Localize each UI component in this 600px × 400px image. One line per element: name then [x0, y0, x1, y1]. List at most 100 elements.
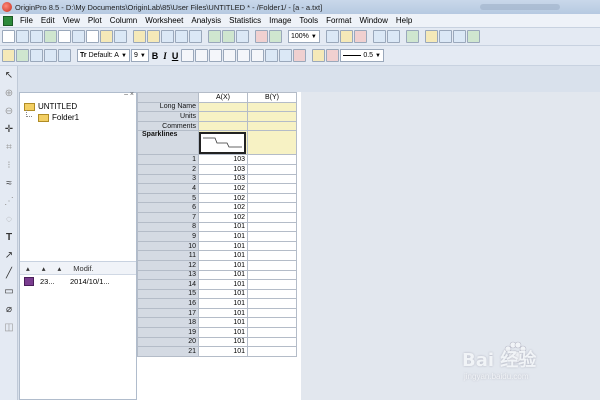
new-graph-icon[interactable] — [44, 30, 57, 43]
cell-a[interactable]: 101 — [198, 298, 248, 309]
tree-folder[interactable]: Folder1 — [24, 112, 79, 123]
new-function-icon[interactable] — [72, 30, 85, 43]
results-log-icon[interactable] — [405, 30, 419, 43]
menu-window[interactable]: Window — [355, 16, 391, 25]
data-reader-icon[interactable]: ⁝ — [3, 160, 15, 171]
cell-b[interactable] — [247, 307, 297, 319]
menu-edit[interactable]: Edit — [37, 16, 59, 25]
row-number[interactable]: 2 — [137, 163, 199, 175]
text-tool-icon[interactable]: T — [3, 232, 15, 243]
row-number[interactable]: 12 — [137, 259, 199, 271]
arrow-tool-icon[interactable]: ↗ — [3, 250, 15, 261]
cell-a[interactable]: 101 — [198, 269, 248, 281]
cell-b[interactable] — [247, 279, 297, 290]
sparkline-a[interactable] — [198, 130, 248, 156]
cell-a[interactable]: 102 — [198, 192, 248, 204]
long-name-b[interactable] — [247, 101, 297, 113]
cell-a[interactable]: 101 — [198, 307, 248, 319]
cell-a[interactable]: 103 — [198, 154, 248, 165]
comments-a[interactable] — [198, 120, 248, 132]
row-number[interactable]: 18 — [137, 317, 199, 329]
cell-b[interactable] — [247, 173, 297, 185]
cell-b[interactable] — [247, 269, 297, 281]
sparkline-chart[interactable] — [199, 131, 246, 154]
row-number[interactable]: 6 — [137, 202, 199, 213]
new-matrix-icon[interactable] — [58, 30, 71, 43]
col-header-b[interactable]: B(Y) — [247, 92, 297, 103]
row-number[interactable]: 9 — [137, 231, 199, 242]
row-number[interactable]: 1 — [137, 154, 199, 165]
cell-a[interactable]: 103 — [198, 173, 248, 185]
cell-a[interactable]: 101 — [198, 231, 248, 242]
underline-button[interactable]: U — [170, 51, 181, 61]
row-number[interactable]: 10 — [137, 240, 199, 252]
row-number[interactable]: 17 — [137, 307, 199, 319]
cell-a[interactable]: 101 — [198, 288, 248, 300]
line-width-combo[interactable]: 0.5 ▼ — [340, 49, 384, 62]
row-number[interactable]: 3 — [137, 173, 199, 185]
plot-wizard-icon[interactable] — [16, 49, 29, 62]
worksheet-doc-icon[interactable] — [3, 15, 13, 26]
reader-icon[interactable] — [58, 49, 71, 62]
cell-a[interactable]: 101 — [198, 317, 248, 329]
units-a[interactable] — [198, 111, 248, 122]
supersub-icon[interactable] — [209, 49, 223, 62]
batch-plot-icon[interactable] — [269, 30, 282, 43]
menu-format[interactable]: Format — [322, 16, 355, 25]
menu-statistics[interactable]: Statistics — [225, 16, 265, 25]
menu-analysis[interactable]: Analysis — [187, 16, 225, 25]
cell-a[interactable]: 101 — [198, 250, 248, 261]
selector-icon[interactable]: ≈ — [3, 178, 15, 189]
cell-a[interactable]: 101 — [198, 259, 248, 271]
cell-a[interactable]: 101 — [198, 327, 248, 338]
row-number[interactable]: 13 — [137, 269, 199, 281]
subscript-icon[interactable] — [195, 49, 209, 62]
cell-a[interactable]: 101 — [198, 346, 248, 357]
corner-cell[interactable] — [137, 92, 199, 103]
rectangle-tool-icon[interactable]: ▭ — [3, 286, 15, 297]
cell-b[interactable] — [247, 336, 297, 348]
copy-page-icon[interactable] — [339, 30, 353, 43]
cell-a[interactable]: 102 — [198, 183, 248, 194]
row-number[interactable]: 11 — [137, 250, 199, 261]
pattern-icon[interactable] — [279, 49, 293, 62]
duplicate-icon[interactable] — [372, 30, 386, 43]
cell-b[interactable] — [247, 317, 297, 329]
zoom-icon[interactable]: ⊕ — [3, 88, 15, 99]
crosshair-icon[interactable]: ✛ — [3, 124, 15, 135]
col-header-a[interactable]: A(X) — [198, 92, 248, 103]
save-project-icon[interactable] — [175, 30, 188, 43]
panel-controls[interactable]: ‒ × — [124, 91, 134, 98]
cell-a[interactable]: 101 — [198, 279, 248, 290]
code-builder-icon[interactable] — [424, 30, 438, 43]
sort-icon[interactable]: ▴ — [52, 264, 68, 273]
menu-column[interactable]: Column — [106, 16, 142, 25]
menu-worksheet[interactable]: Worksheet — [141, 16, 187, 25]
cell-a[interactable]: 102 — [198, 211, 248, 223]
cell-b[interactable] — [247, 183, 297, 194]
row-number[interactable]: 8 — [137, 221, 199, 233]
zoom-out-icon[interactable]: ⊖ — [3, 106, 15, 117]
open-icon[interactable] — [133, 30, 146, 43]
cell-b[interactable] — [247, 298, 297, 309]
new-notes-icon[interactable] — [100, 30, 113, 43]
cell-b[interactable] — [247, 327, 297, 338]
tree-root[interactable]: UNTITLED — [24, 101, 79, 112]
row-label-units[interactable]: Units — [137, 111, 199, 122]
row-number[interactable]: 16 — [137, 298, 199, 309]
row-number[interactable]: 20 — [137, 336, 199, 348]
save-template-icon[interactable] — [189, 30, 202, 43]
menu-image[interactable]: Image — [265, 16, 295, 25]
cell-a[interactable]: 101 — [198, 336, 248, 348]
cell-b[interactable] — [247, 288, 297, 300]
region-tool-icon[interactable]: ◫ — [3, 322, 15, 333]
import-wizard-icon[interactable] — [236, 30, 249, 43]
draw-tool-icon[interactable]: ⌀ — [3, 304, 15, 315]
refresh-icon[interactable] — [353, 30, 367, 43]
units-b[interactable] — [247, 111, 297, 122]
recalculate-icon[interactable] — [255, 30, 268, 43]
cell-b[interactable] — [247, 240, 297, 252]
cell-b[interactable] — [247, 202, 297, 213]
cell-b[interactable] — [247, 192, 297, 204]
new-3d-icon[interactable] — [114, 30, 127, 43]
